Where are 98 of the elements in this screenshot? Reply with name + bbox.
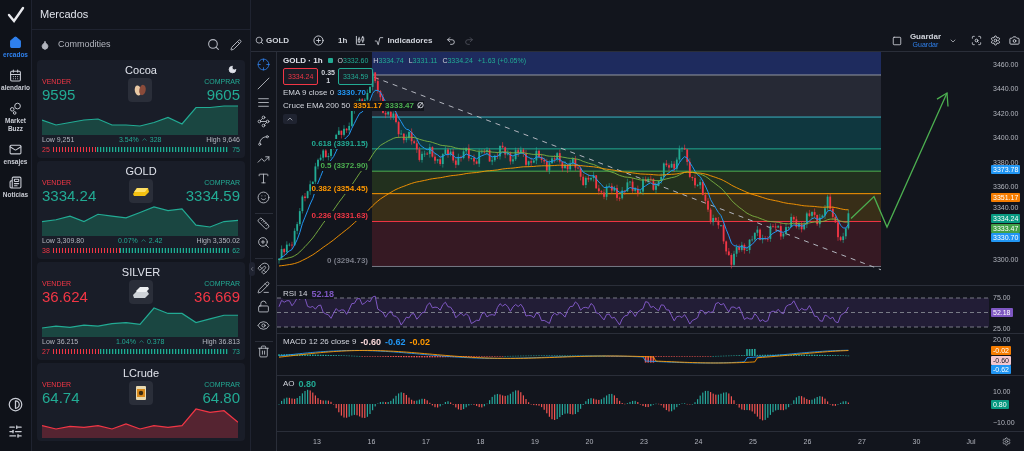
path-icon: [257, 153, 270, 166]
pattern-icon: [257, 115, 270, 128]
chevron-left-icon: [249, 266, 255, 272]
trash-tool[interactable]: [257, 345, 270, 358]
sliders-icon: [8, 424, 23, 439]
sell-price[interactable]: 9595: [42, 85, 76, 103]
nav-button[interactable]: [8, 424, 23, 439]
text-icon: [257, 172, 270, 185]
chevron-up-icon: [286, 115, 294, 123]
market-name: GOLD: [125, 163, 157, 178]
indicator-name[interactable]: MACD 12 26 close 9: [283, 337, 357, 347]
parallel-lines-tool[interactable]: [257, 96, 270, 109]
chart-title: GOLD · 1h: [283, 56, 323, 65]
line-icon: [257, 77, 270, 90]
home-icon: [9, 36, 22, 49]
trend-line-tool[interactable]: [257, 77, 270, 90]
trash-icon: [257, 345, 270, 358]
nav-button[interactable]: [8, 397, 23, 412]
indicator-name[interactable]: AO: [283, 379, 295, 389]
sell-price[interactable]: 3334.24: [42, 186, 97, 204]
square-icon[interactable]: [891, 35, 902, 46]
zoom-search-icon[interactable]: [971, 35, 982, 46]
collapse-handle[interactable]: [249, 262, 255, 276]
fibonacci-line[interactable]: [371, 193, 882, 195]
zoom-icon: [257, 236, 270, 249]
ruler-tool[interactable]: [257, 217, 270, 230]
mail-icon: [9, 143, 22, 156]
market-name: Cocoa: [125, 62, 157, 77]
fib-level-label: 0.618 (3391.15): [310, 138, 369, 149]
zoom-in-tool[interactable]: [257, 236, 270, 249]
buy-price[interactable]: 36.669: [194, 287, 240, 305]
chevron-up-icon: [137, 338, 145, 345]
fib-level-label: 0 (3294.73): [326, 256, 369, 267]
market-name: SILVER: [121, 264, 161, 279]
text-tool[interactable]: [257, 172, 270, 185]
fibonacci-line[interactable]: [371, 265, 882, 267]
ingots-icon: [132, 284, 150, 299]
hlines-icon: [257, 96, 270, 109]
calendar-icon: [9, 69, 22, 82]
camera-icon[interactable]: [1009, 35, 1020, 46]
settings-icon[interactable]: [1002, 437, 1011, 446]
indicators-button[interactable]: Indicadores: [374, 34, 433, 47]
eye-tool[interactable]: [257, 319, 270, 332]
indicator-value: 0.80: [298, 379, 317, 389]
lock-icon: [257, 300, 270, 313]
emoji-icon: [257, 191, 270, 204]
symbol-search[interactable]: GOLD: [255, 34, 290, 47]
ruler-icon: [257, 217, 270, 230]
interval-button[interactable]: 1h: [338, 34, 348, 47]
crosshair-icon: [257, 58, 270, 71]
buy-price[interactable]: 64.80: [202, 388, 240, 406]
contrast-icon: [8, 397, 23, 412]
edit-icon[interactable]: [230, 38, 242, 51]
crosshair-tool[interactable]: [257, 58, 270, 71]
indicator-value: -0.02: [409, 337, 430, 347]
buy-price[interactable]: 3334.59: [185, 186, 240, 204]
magnet-icon: [257, 262, 270, 275]
indicator-name[interactable]: RSI 14: [283, 289, 308, 299]
indicator-value: -0.62: [384, 337, 406, 347]
study-name[interactable]: EMA 9 close 0: [283, 88, 335, 98]
buy-price[interactable]: 9605: [206, 85, 240, 103]
fib-level-label: 0.236 (3331.63): [310, 211, 369, 222]
pattern-tool[interactable]: [257, 115, 270, 128]
add-symbol-icon[interactable]: [313, 35, 325, 46]
indicator-value: -0.60: [360, 337, 381, 347]
candles-icon[interactable]: [355, 35, 367, 46]
magnet-tool[interactable]: [257, 262, 270, 275]
projection-arrow[interactable]: [850, 91, 949, 229]
sell-price[interactable]: 64.74: [42, 388, 80, 406]
chevron-up-icon: [139, 237, 147, 244]
indicator-value: 52.18: [311, 289, 334, 299]
search-icon: [255, 36, 264, 45]
settings-icon[interactable]: [990, 35, 1001, 46]
study-value: 3333.47: [385, 101, 414, 111]
path-tool[interactable]: [257, 153, 270, 166]
study-value: ∅: [417, 101, 424, 111]
fib-level-label: 0.5 (3372.90): [319, 161, 369, 172]
unlock-tool[interactable]: [257, 300, 270, 313]
fibonacci-line[interactable]: [371, 170, 882, 172]
eye-icon: [257, 319, 270, 332]
page-title: Mercados: [40, 7, 89, 23]
checkmark-logo[interactable]: [6, 6, 25, 24]
newspaper-icon: [9, 176, 22, 189]
bubbles-icon: [9, 102, 22, 115]
fib-level-label: 0.382 (3354.45): [310, 183, 369, 194]
chevron-up-icon: [140, 136, 148, 143]
droplet-icon: [40, 39, 50, 50]
study-value: 3330.70: [337, 88, 367, 98]
study-name[interactable]: Cruce EMA 200 50: [283, 101, 351, 111]
smiley-tool[interactable]: [257, 191, 270, 204]
oil-can-icon: [135, 384, 147, 401]
undo-icon[interactable]: [446, 35, 457, 46]
study-value: 3351.17: [353, 101, 383, 111]
sell-price[interactable]: 36.624: [42, 287, 88, 305]
search-icon[interactable]: [207, 38, 220, 52]
market-name: LCrude: [122, 365, 160, 380]
collapse-legend-button[interactable]: [283, 114, 297, 124]
watchlist-title[interactable]: Commodities: [58, 38, 111, 52]
